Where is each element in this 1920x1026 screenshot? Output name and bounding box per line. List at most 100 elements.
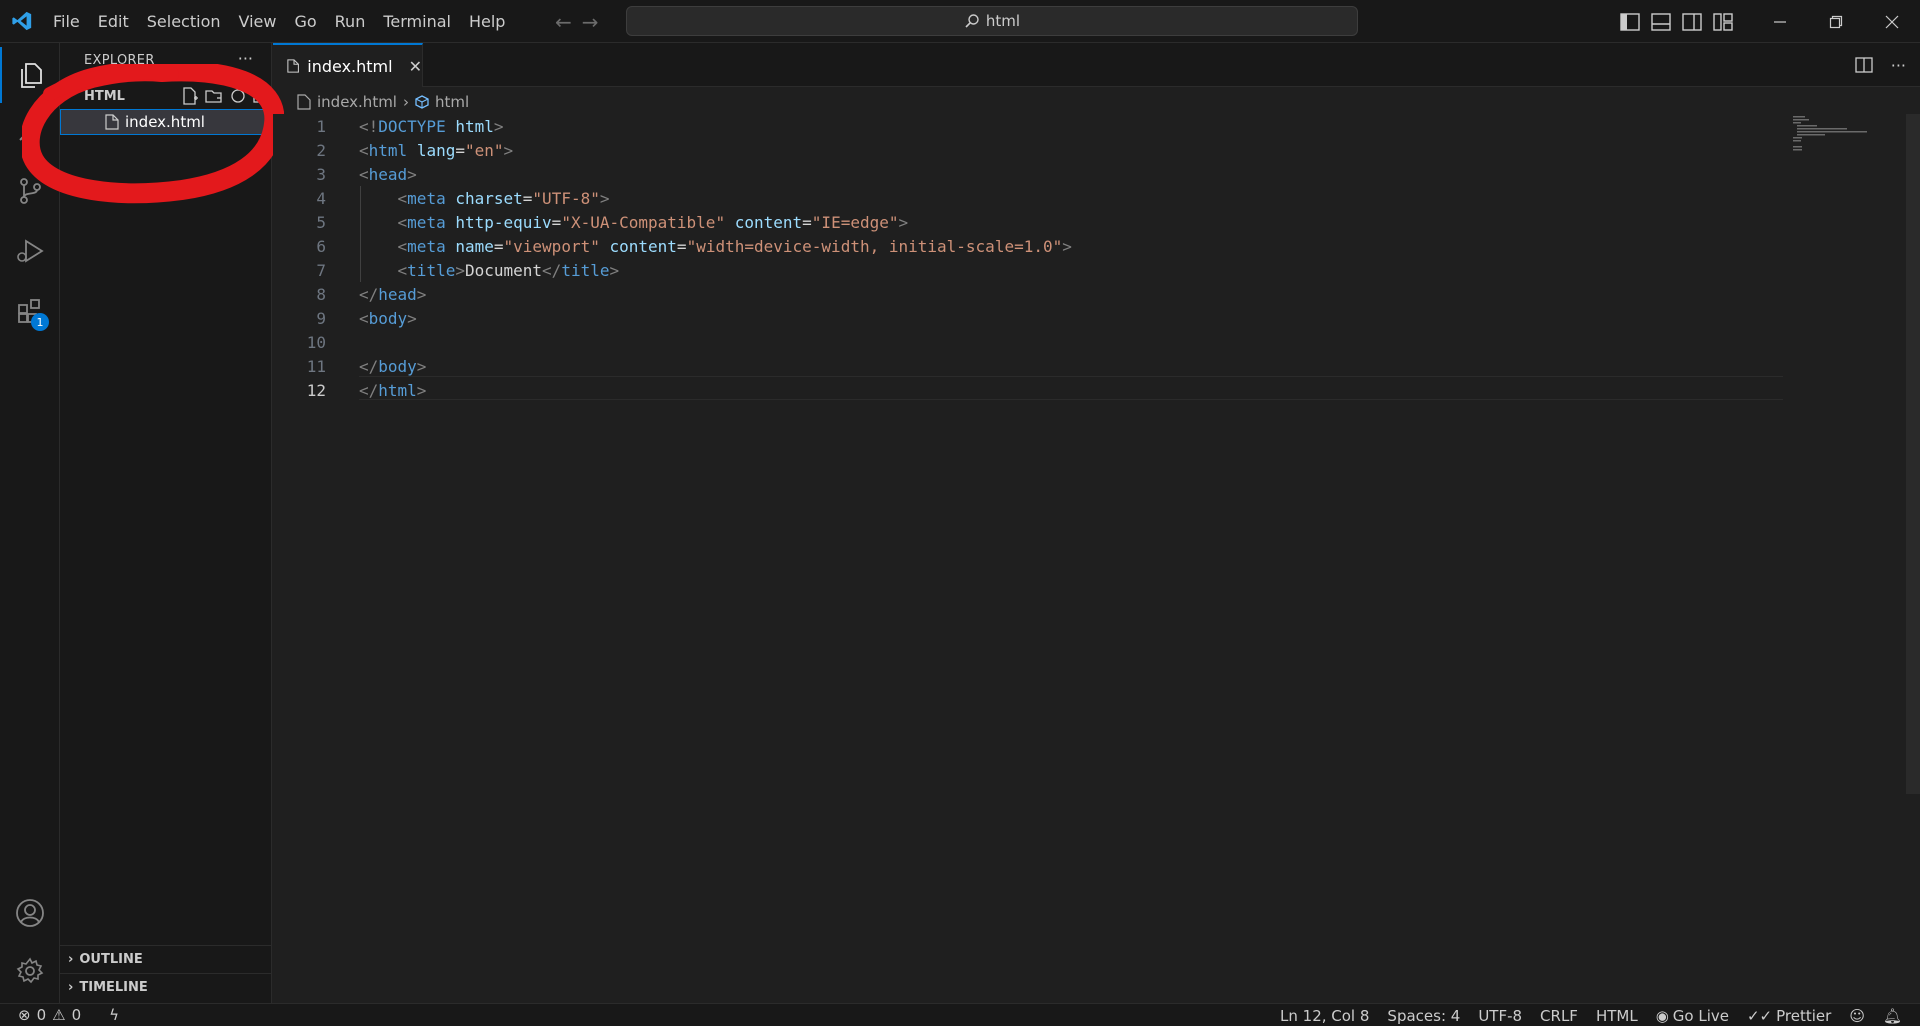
close-tab-icon[interactable]: ✕ <box>409 57 422 76</box>
forward-arrow-icon[interactable]: → <box>582 10 599 34</box>
code-token: = <box>493 237 504 256</box>
toggle-panel-icon[interactable] <box>1651 12 1671 31</box>
toggle-primary-sidebar-icon[interactable] <box>1620 12 1640 31</box>
menu-selection[interactable]: Selection <box>138 0 230 43</box>
customize-layout-icon[interactable] <box>1713 12 1733 31</box>
line-number: 4 <box>316 189 326 208</box>
code-token: < <box>397 261 408 280</box>
cursor-position[interactable]: Ln 12, Col 8 <box>1280 1007 1369 1025</box>
menu-terminal[interactable]: Terminal <box>374 0 460 43</box>
code-text: <meta charset="UTF-8"> <box>359 187 610 211</box>
code-line[interactable]: 7 <title>Document</title> <box>273 259 1783 283</box>
code-line[interactable]: 1 <!DOCTYPE html> <box>273 115 1783 139</box>
code-line[interactable]: 5 <meta http-equiv="X-UA-Compatible" con… <box>273 211 1783 235</box>
code-line[interactable]: 10 <box>273 331 1783 355</box>
code-token: "viewport" <box>503 237 600 256</box>
menu-run[interactable]: Run <box>326 0 375 43</box>
code-token: "width=device-width, initial-scale=1.0" <box>686 237 1063 256</box>
code-token: = <box>551 213 562 232</box>
code-text: </head> <box>359 283 426 307</box>
new-folder-icon[interactable] <box>205 87 223 105</box>
code-line[interactable]: 2 <html lang="en"> <box>273 139 1783 163</box>
encoding[interactable]: UTF-8 <box>1478 1007 1522 1025</box>
code-token: < <box>397 213 408 232</box>
problems-indicator[interactable]: ⊗ 0 ⚠ 0 ϟ <box>0 1006 119 1024</box>
notifications-bell-icon[interactable]: 🔔︎ <box>1883 1007 1902 1025</box>
code-token: body <box>378 357 417 376</box>
close-window-button[interactable] <box>1864 0 1920 43</box>
error-count: 0 <box>36 1006 47 1024</box>
run-debug-icon[interactable] <box>0 223 60 279</box>
code-line[interactable]: 3 <head> <box>273 163 1783 187</box>
code-token: "IE=edge" <box>811 213 899 232</box>
minimize-button[interactable] <box>1752 0 1808 43</box>
menu-view[interactable]: View <box>230 0 286 43</box>
code-token: = <box>522 189 533 208</box>
source-control-icon[interactable] <box>0 163 60 219</box>
menu-file[interactable]: File <box>44 0 89 43</box>
go-live-button[interactable]: ◉ Go Live <box>1656 1007 1729 1025</box>
refresh-icon[interactable] <box>229 87 247 105</box>
menu-bar: File Edit Selection View Go Run Terminal… <box>44 0 514 43</box>
extensions-icon[interactable]: 1 <box>0 283 60 339</box>
indentation[interactable]: Spaces: 4 <box>1387 1007 1460 1025</box>
timeline-section[interactable]: › TIMELINE <box>60 973 272 1001</box>
code-token: > <box>407 309 417 328</box>
code-token: < <box>359 309 369 328</box>
vscode-logo-icon <box>0 0 44 43</box>
restore-button[interactable] <box>1808 0 1864 43</box>
minimap[interactable] <box>1791 114 1871 154</box>
explorer-icon[interactable] <box>0 47 60 103</box>
code-token: name <box>455 237 494 256</box>
menu-help[interactable]: Help <box>460 0 514 43</box>
command-center-text: html <box>985 12 1021 30</box>
menu-edit[interactable]: Edit <box>89 0 138 43</box>
search-icon[interactable] <box>0 103 60 159</box>
symbol-element-icon <box>415 95 429 109</box>
more-actions-icon[interactable]: ··· <box>1891 56 1906 75</box>
tab-index-html[interactable]: index.html ✕ <box>273 43 423 87</box>
lightning-icon[interactable]: ϟ <box>109 1006 119 1024</box>
breadcrumb-symbol[interactable]: html <box>435 93 469 111</box>
code-token: </ <box>359 381 379 400</box>
breadcrumb-file[interactable]: index.html <box>317 93 397 111</box>
code-token: > <box>493 117 504 136</box>
code-editor[interactable]: 1 <!DOCTYPE html> 2 <html lang="en"> 3 <head>… <box>273 114 1920 1003</box>
back-arrow-icon[interactable]: ← <box>555 10 572 34</box>
feedback-icon[interactable]: ☺ <box>1849 1007 1865 1025</box>
code-line[interactable]: 8 </head> <box>273 283 1783 307</box>
account-icon[interactable] <box>0 885 60 941</box>
new-file-icon[interactable] <box>181 87 199 105</box>
split-editor-icon[interactable] <box>1855 57 1873 73</box>
settings-gear-icon[interactable] <box>0 943 60 999</box>
code-token: http-equiv <box>455 213 552 232</box>
collapse-all-icon[interactable] <box>253 87 263 105</box>
prettier-button[interactable]: ✓✓ Prettier <box>1747 1007 1831 1025</box>
outline-section[interactable]: › OUTLINE <box>60 945 272 973</box>
error-icon: ⊗ <box>18 1006 31 1024</box>
code-line[interactable]: 12 </html> <box>273 379 1783 403</box>
language-mode[interactable]: HTML <box>1596 1007 1638 1025</box>
editor-scrollbar[interactable] <box>1906 114 1920 794</box>
line-number: 10 <box>306 333 326 352</box>
code-token: "en" <box>464 141 504 160</box>
code-line[interactable]: 6 <meta name="viewport" content="width=d… <box>273 235 1783 259</box>
menu-go[interactable]: Go <box>285 0 325 43</box>
command-center-search[interactable]: html <box>626 6 1358 36</box>
more-actions-icon[interactable]: ··· <box>238 49 253 68</box>
prettier-label: Prettier <box>1776 1006 1832 1025</box>
toggle-secondary-sidebar-icon[interactable] <box>1682 12 1702 31</box>
code-token: > <box>503 141 514 160</box>
code-line[interactable]: 4 <meta charset="UTF-8"> <box>273 187 1783 211</box>
code-line[interactable]: 11 </body> <box>273 355 1783 379</box>
line-number: 5 <box>316 213 326 232</box>
file-item-index-html[interactable]: index.html <box>60 109 272 135</box>
code-token: < <box>359 141 369 160</box>
code-line[interactable]: 9 <body> <box>273 307 1783 331</box>
line-ending[interactable]: CRLF <box>1540 1007 1578 1025</box>
code-token: html <box>368 141 408 160</box>
code-token: meta <box>407 189 446 208</box>
